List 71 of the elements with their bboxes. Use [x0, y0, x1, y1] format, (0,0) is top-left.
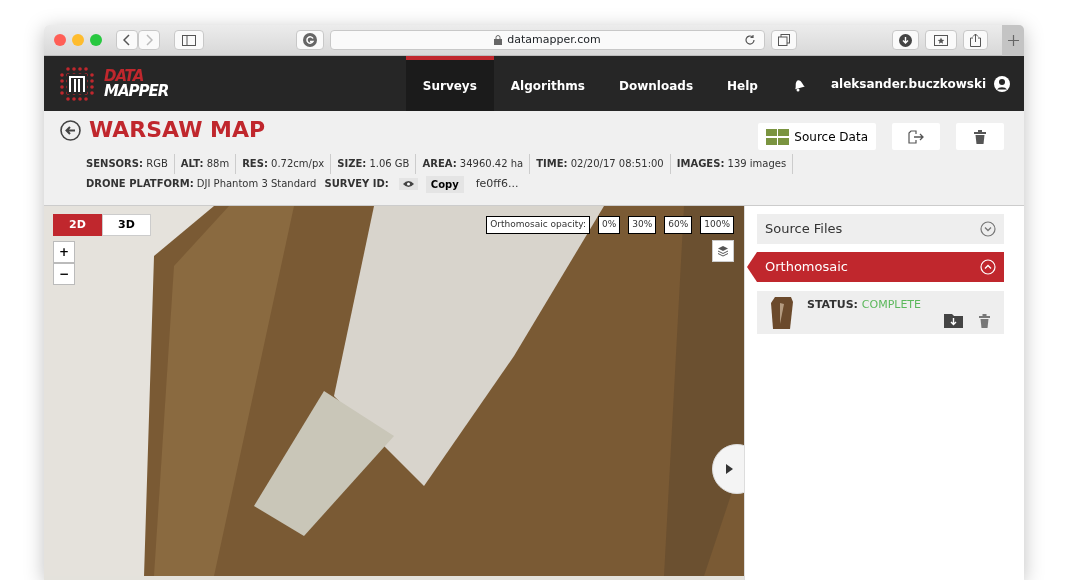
survey-meta: DRONE PLATFORM: DJI Phantom 3 Standard — [85, 177, 318, 191]
survey-meta: SENSORS: RGB — [80, 154, 175, 174]
delete-button[interactable] — [956, 123, 1004, 150]
export-icon — [908, 129, 924, 144]
download-button[interactable] — [892, 30, 919, 50]
download-folder-icon[interactable] — [944, 314, 963, 328]
tabs-icon — [778, 34, 790, 46]
chevron-up-circle-icon — [980, 259, 996, 275]
tabs-button[interactable] — [771, 30, 797, 50]
dotted-grid-logo-icon — [58, 64, 96, 103]
source-data-button[interactable]: Source Data — [758, 123, 876, 150]
survey-meta: TIME: 02/20/17 08:51:00 — [530, 154, 671, 174]
share-button[interactable] — [963, 30, 988, 50]
address-bar[interactable]: datamapper.com — [330, 30, 765, 50]
star-icon — [934, 34, 948, 46]
layers-icon — [717, 245, 729, 257]
play-triangle-icon — [726, 464, 733, 474]
reload-icon[interactable] — [744, 34, 756, 46]
show-id-button[interactable] — [398, 178, 418, 190]
eye-icon — [402, 180, 414, 188]
circle-g-icon — [303, 33, 317, 47]
survey-meta: SIZE: 1.06 GB — [331, 154, 417, 174]
opacity-option[interactable]: 0% — [597, 216, 621, 234]
panel-header[interactable]: Source Files — [757, 214, 1004, 244]
view-mode-tab[interactable]: 2D — [53, 214, 102, 236]
trash-icon[interactable] — [979, 314, 990, 328]
zoom-in-button[interactable]: + — [53, 241, 75, 263]
status-text: STATUS: COMPLETE — [807, 297, 922, 313]
grid-icon — [766, 128, 790, 145]
chevron-down-circle-icon — [980, 221, 996, 237]
extension-button[interactable] — [296, 30, 324, 50]
download-icon — [899, 33, 912, 47]
user-name[interactable]: aleksander.buczkowski — [830, 74, 986, 93]
survey-meta: ALT: 88m — [174, 154, 237, 174]
opacity-option[interactable]: 60% — [664, 216, 693, 234]
opacity-option[interactable]: 100% — [700, 216, 734, 234]
survey-meta: RES: 0.72cm/px — [236, 154, 332, 174]
layers-button[interactable] — [712, 240, 734, 262]
sidebar-button[interactable] — [174, 30, 204, 50]
user-avatar-icon[interactable] — [994, 75, 1010, 92]
view-mode-tab[interactable]: 3D — [102, 214, 151, 236]
logo-text: DATA — [104, 68, 144, 84]
survey-id: fe0ff6... — [475, 175, 519, 192]
survey-meta: IMAGES: 139 images — [670, 154, 794, 174]
url-text: datamapper.com — [507, 31, 601, 48]
back-arrow-circle-icon[interactable] — [60, 119, 81, 141]
share-icon — [970, 33, 981, 47]
survey-meta: AREA: 34960.42 ha — [416, 154, 531, 174]
export-button[interactable] — [892, 123, 940, 150]
zoom-out-button[interactable]: − — [53, 263, 75, 285]
back-button[interactable] — [116, 30, 138, 50]
opacity-option[interactable]: 30% — [628, 216, 657, 234]
plus-icon — [1007, 34, 1019, 46]
trash-icon — [974, 129, 986, 144]
opacity-label: Orthomosaic opacity: — [486, 216, 590, 234]
chevron-left-icon — [123, 34, 131, 46]
chevron-right-icon — [145, 34, 153, 46]
sidebar-icon — [182, 34, 196, 46]
survey-meta: SURVEY ID: — [323, 177, 390, 191]
nav-tab[interactable]: Algorithms — [493, 56, 602, 111]
nav-tab[interactable]: Surveys — [405, 56, 494, 111]
lock-icon — [494, 35, 503, 45]
nav-tab[interactable]: Downloads — [602, 56, 711, 111]
copy-button[interactable]: Copy — [425, 175, 464, 193]
logo-text: MAPPER — [104, 83, 169, 99]
thumbnail-image — [771, 297, 793, 329]
nav-tab[interactable]: Help — [710, 56, 775, 111]
survey-title: WARSAW MAP — [89, 119, 266, 141]
new-tab-button[interactable] — [1002, 25, 1024, 56]
bookmark-button[interactable] — [925, 30, 957, 50]
panel-header[interactable]: Orthomosaic — [747, 252, 1004, 282]
